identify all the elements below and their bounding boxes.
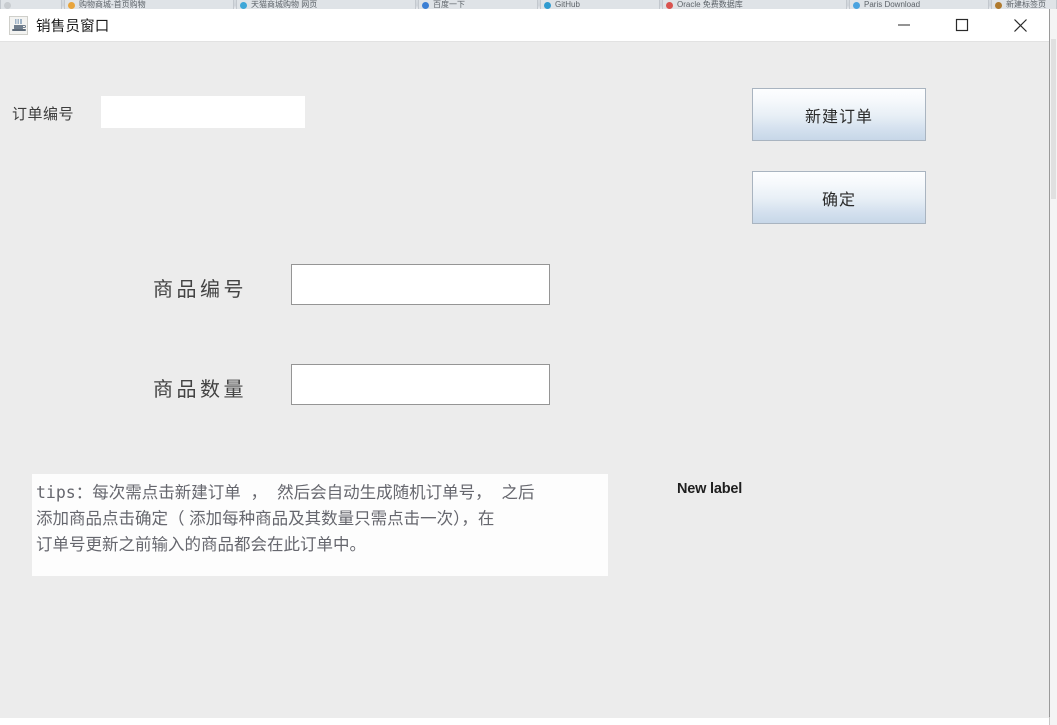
status-label: New label — [677, 481, 743, 497]
background-tab[interactable]: Paris Download — [849, 0, 989, 9]
new-order-button[interactable]: 新建订单 — [752, 88, 926, 141]
background-tab[interactable] — [0, 0, 62, 9]
background-browser-tabstrip: 购物商城-首页购物 天猫商城购物 网页 百度一下 GitHub Oracle 免… — [0, 0, 1057, 9]
tab-favicon-icon — [422, 1, 429, 9]
tab-favicon-icon — [544, 1, 551, 9]
client-area: 订单编号 商品编号 商品数量 新建订单 确定 tips：每次需点击新建订单 ， … — [0, 41, 1049, 718]
background-tab[interactable]: 天猫商城购物 网页 — [236, 0, 416, 9]
background-tab-title: 购物商城-首页购物 — [79, 0, 146, 9]
background-window-scrollbar-thumb[interactable] — [1051, 39, 1056, 199]
order-number-label: 订单编号 — [12, 106, 75, 123]
application-window: 销售员窗口 订单编号 商品编号 商品数量 新建订单 确定 tips：每次需点击新… — [0, 9, 1050, 718]
background-tab-title: GitHub — [555, 0, 580, 9]
tab-favicon-icon — [4, 1, 11, 9]
background-tab[interactable]: GitHub — [540, 0, 660, 9]
background-tab[interactable]: 购物商城-首页购物 — [64, 0, 234, 9]
background-tab-title: Oracle 免费数据库 — [677, 0, 743, 9]
tips-line-1: tips：每次需点击新建订单 ， 然后会自动生成随机订单号， 之后 — [36, 483, 535, 502]
tab-favicon-icon — [666, 1, 673, 9]
close-button[interactable] — [991, 9, 1049, 41]
close-icon — [1013, 18, 1027, 32]
maximize-button[interactable] — [933, 9, 991, 41]
java-coffee-cup-icon — [9, 15, 28, 35]
product-number-label: 商品编号 — [153, 279, 247, 301]
background-tab-title: 天猫商城购物 网页 — [251, 0, 318, 9]
tips-panel: tips：每次需点击新建订单 ， 然后会自动生成随机订单号， 之后 添加商品点击… — [32, 474, 608, 576]
background-tab[interactable]: 百度一下 — [418, 0, 538, 9]
tab-favicon-icon — [240, 1, 247, 9]
coffee-steam-icon — [15, 18, 22, 24]
confirm-button[interactable]: 确定 — [752, 171, 926, 224]
minimize-icon — [898, 24, 910, 26]
title-bar: 销售员窗口 — [0, 9, 1049, 41]
window-controls — [875, 9, 1049, 41]
background-window-scrollbar-track[interactable] — [1049, 9, 1057, 725]
order-number-input[interactable] — [101, 96, 305, 128]
background-tab[interactable]: 新建标签页 — [991, 0, 1057, 9]
minimize-button[interactable] — [875, 9, 933, 41]
maximize-icon — [955, 18, 969, 32]
tab-favicon-icon — [853, 1, 860, 9]
product-number-input[interactable] — [291, 264, 550, 305]
tips-line-2: 添加商品点击确定（ 添加每种商品及其数量只需点击一次），在 — [36, 510, 495, 528]
background-tab[interactable]: Oracle 免费数据库 — [662, 0, 847, 9]
window-title: 销售员窗口 — [36, 18, 110, 35]
background-tab-title: Paris Download — [864, 0, 921, 9]
product-quantity-label: 商品数量 — [153, 379, 247, 401]
background-tab-title: 百度一下 — [433, 0, 465, 9]
product-quantity-input[interactable] — [291, 364, 550, 405]
tab-favicon-icon — [995, 1, 1002, 9]
background-tab-title: 新建标签页 — [1006, 0, 1046, 9]
tips-line-3: 订单号更新之前输入的商品都会在此订单中。 — [36, 536, 366, 554]
tab-favicon-icon — [68, 1, 75, 9]
coffee-saucer-icon — [12, 28, 26, 31]
